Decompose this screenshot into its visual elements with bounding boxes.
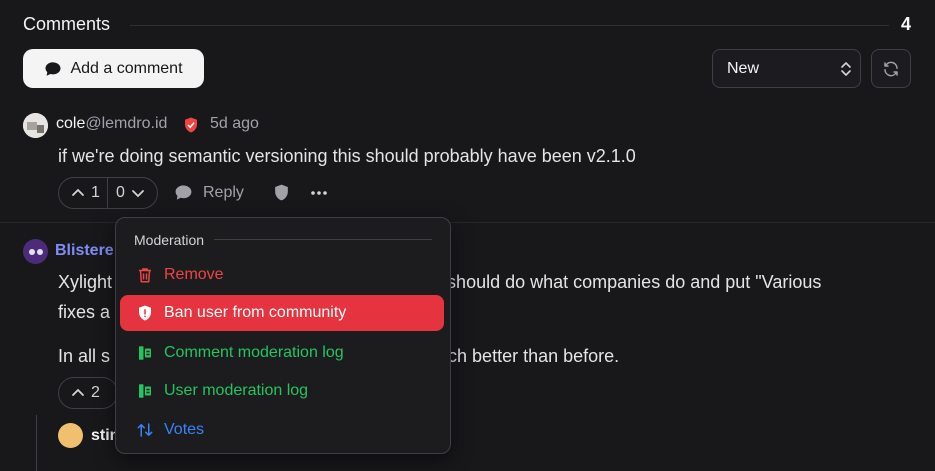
comment-body-continued: fixes a [58,302,111,322]
reply-button[interactable]: Reply [174,183,244,202]
comment-author[interactable]: cole@lemdro.id [56,115,167,133]
chevron-up-icon [72,388,84,396]
menu-item-label: Comment moderation log [164,344,344,361]
avatar[interactable] [23,113,48,138]
log-icon [139,384,151,398]
sort-select[interactable]: New [712,49,861,88]
comment-author[interactable]: Blistere [55,242,114,260]
comment-modlog-menu-item[interactable]: Comment moderation log [120,335,444,371]
downvote-count: 0 [116,184,125,201]
ban-user-menu-item[interactable]: Ban user from community [120,295,444,331]
thread-line [36,415,37,471]
shield-alert-icon [139,305,151,321]
votes-menu-item[interactable]: Votes [120,412,444,448]
menu-item-label: User moderation log [164,382,309,399]
menu-item-label: Votes [164,421,205,438]
menu-item-label: Ban user from community [164,304,347,321]
comment-timestamp: 5d ago [210,115,259,132]
moderation-menu: Moderation Remove Ban user from communit… [115,217,451,454]
downvote-button[interactable]: 0 [108,184,145,202]
upvote-count: 2 [91,384,100,401]
heading-divider [130,25,889,26]
menu-divider [214,239,432,240]
menu-title: Moderation [134,232,205,248]
upvote-button[interactable]: 2 [58,377,118,409]
refresh-icon [884,61,898,76]
moderator-shield-icon [185,117,197,133]
select-arrows-icon [841,62,851,76]
add-comment-button[interactable]: Add a comment [23,49,204,88]
speech-bubble-icon [45,61,61,76]
chevron-up-icon [72,188,84,196]
avatar[interactable] [23,239,48,264]
avatar[interactable] [58,423,83,448]
log-icon [139,346,151,360]
chevron-down-icon [132,190,144,198]
comment-count: 4 [900,14,911,34]
sort-value: New [727,59,760,77]
user-modlog-menu-item[interactable]: User moderation log [120,373,444,409]
moderation-shield-icon[interactable] [272,183,291,202]
refresh-button[interactable] [871,49,911,88]
comment-body: if we're doing semantic versioning this … [58,146,636,166]
vote-control: 1 0 [58,177,158,209]
trash-icon [139,268,151,283]
reply-label: Reply [203,183,244,201]
add-comment-label: Add a comment [70,59,183,77]
remove-menu-item[interactable]: Remove [120,257,444,293]
arrows-up-down-icon [137,423,153,437]
speech-bubble-icon [175,185,192,200]
more-options-icon[interactable] [309,183,329,203]
upvote-button[interactable]: 1 [59,178,108,208]
upvote-count: 1 [91,184,100,201]
comments-heading: Comments [23,14,111,34]
menu-item-label: Remove [164,266,224,283]
